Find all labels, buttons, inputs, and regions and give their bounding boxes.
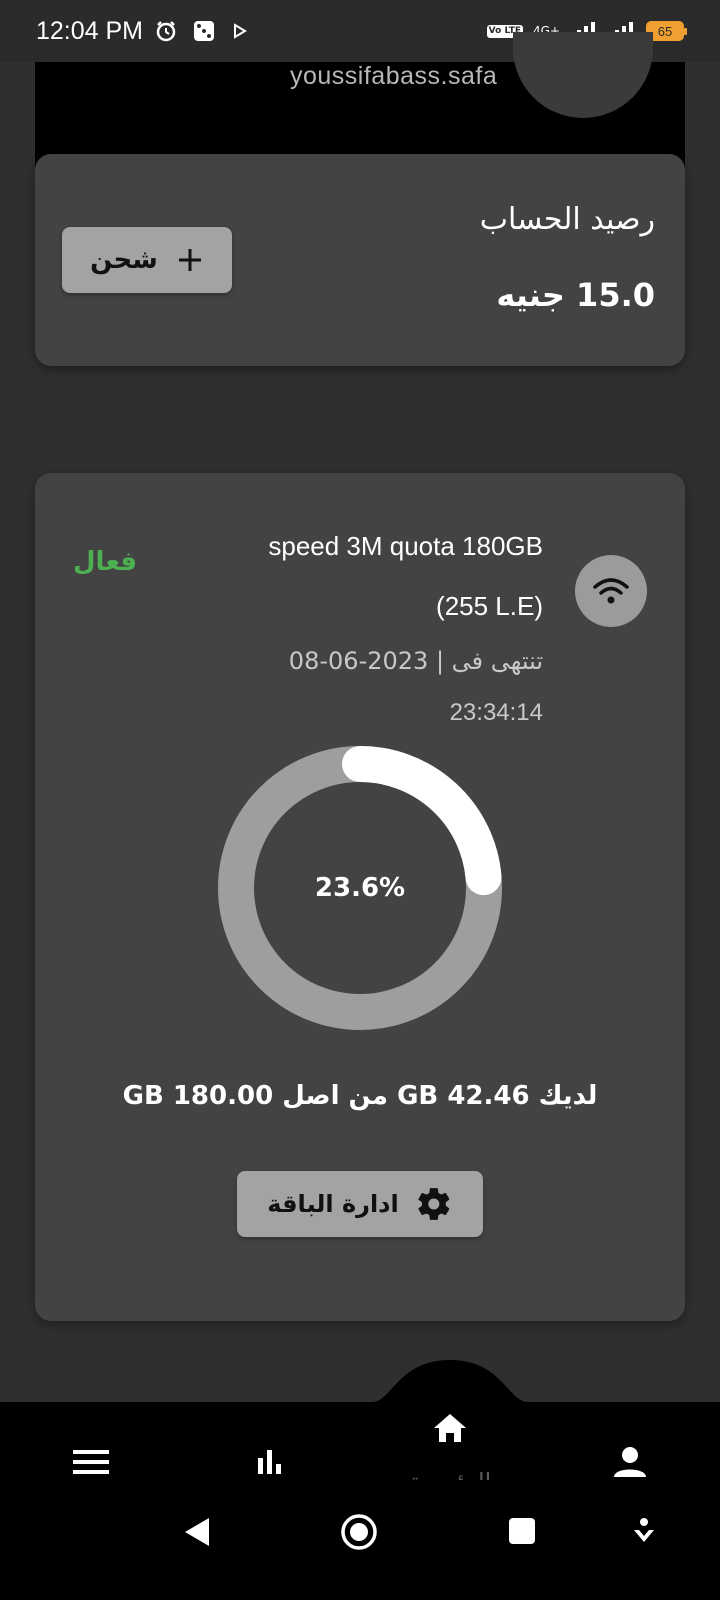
dice-icon [194,21,215,41]
charge-button-label: شحن [90,245,158,275]
profile-button[interactable] [610,1442,650,1482]
avatar[interactable] [513,32,653,118]
balance-value: 15.0 جنيه [496,276,655,314]
balance-card: رصيد الحساب 15.0 جنيه شحن [35,154,685,366]
package-card: فعال speed 3M quota 180GB (255 L.E) تنته… [35,473,685,1321]
home-circle-icon[interactable] [340,1513,378,1551]
balance-label: رصيد الحساب [479,202,655,237]
charge-button[interactable]: شحن [62,227,232,293]
recents-icon[interactable] [508,1517,536,1545]
gear-icon [418,1188,450,1220]
remaining-quota-text: لديك 42.46 GB من اصل 180.00 GB [122,1081,598,1111]
status-badge: فعال [73,547,138,577]
stats-icon [258,1450,281,1474]
manage-package-button[interactable]: ادارة الباقة [237,1171,483,1237]
back-icon[interactable] [183,1516,211,1548]
usage-percent: 23.6% [314,873,406,903]
manage-package-label: ادارة الباقة [267,1190,399,1218]
package-name: speed 3M quota 180GB [268,531,543,561]
expiry-time: 23:34:14 [449,699,543,726]
wifi-badge [575,555,647,627]
bottom-nav: الرئيسية [0,1330,720,1496]
expiry-date: تنتهى فى | 2023-06-08 [288,647,543,675]
play-icon [234,23,247,39]
system-nav-bar [0,1480,720,1600]
home-icon [434,1414,466,1442]
username: youssifabass.safa [290,62,498,90]
status-time: 12:04 PM [36,16,144,45]
menu-icon [73,1450,109,1474]
remaining-quota: لديك 42.46 GB من اصل 180.00 GB [35,1081,685,1111]
battery-level: 65 [657,23,673,39]
alarm-icon [156,21,176,42]
plus-icon [178,249,201,271]
menu-button[interactable] [66,1442,116,1482]
package-price: (255 L.E) [436,591,543,621]
stats-button[interactable] [250,1442,290,1482]
wifi-icon [593,578,629,604]
home-button[interactable] [428,1406,472,1450]
usage-donut: 23.6% [215,743,505,1033]
chevron-down-icon[interactable] [632,1518,656,1546]
profile-icon [614,1447,646,1477]
